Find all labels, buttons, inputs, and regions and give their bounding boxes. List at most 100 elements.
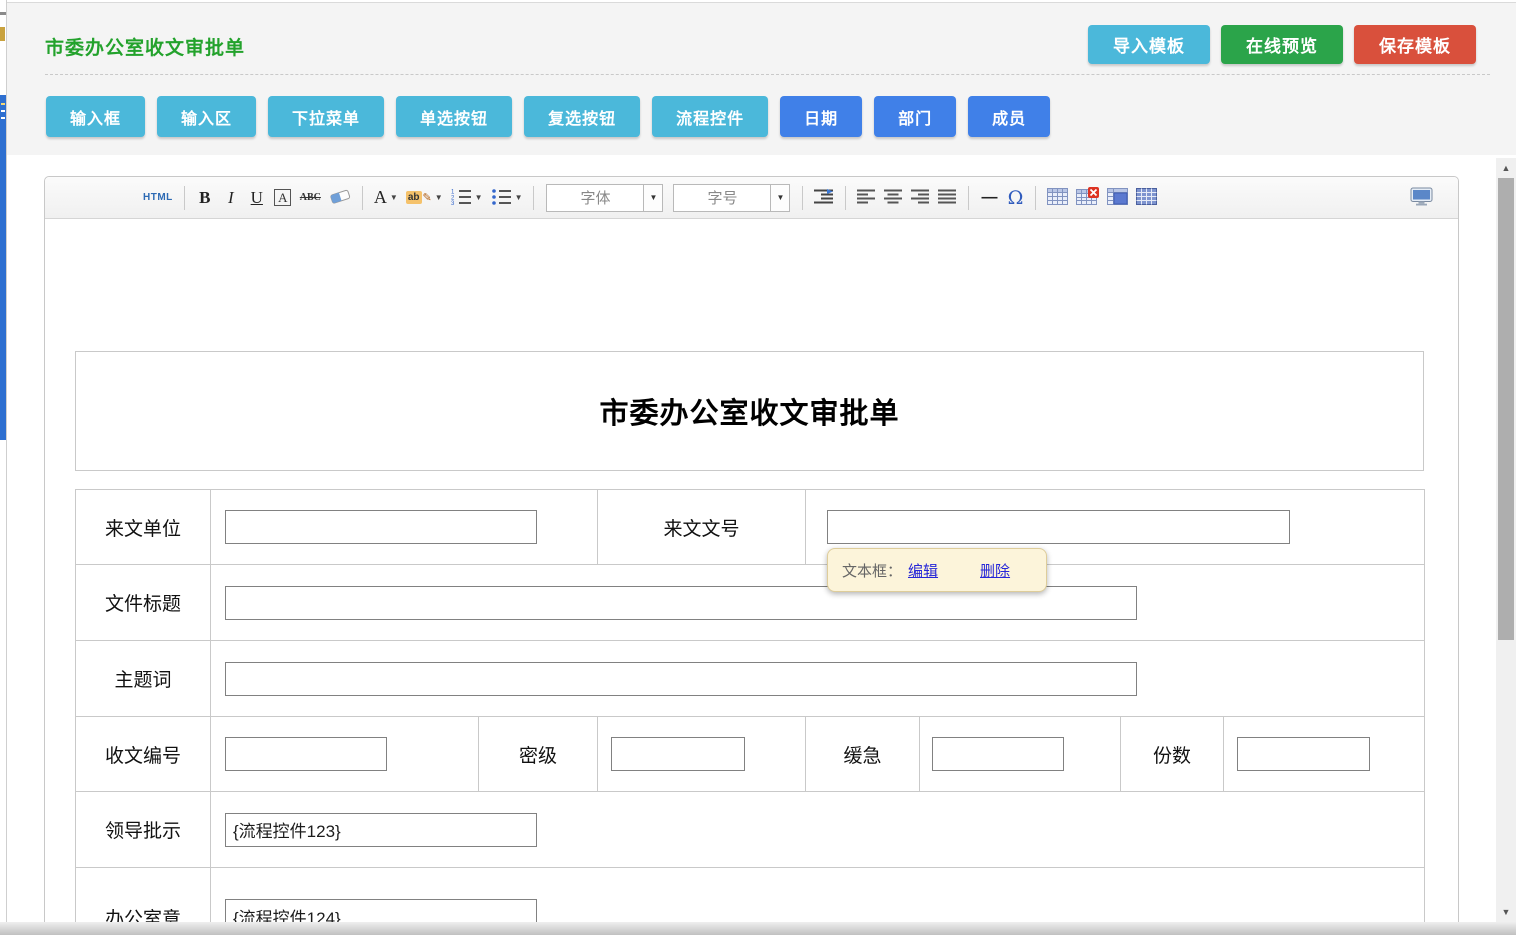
underline-button[interactable]: U xyxy=(245,184,269,212)
align-center-button[interactable] xyxy=(881,184,906,212)
font-size-select[interactable]: 字号 ▼ xyxy=(673,184,790,212)
indent-icon xyxy=(814,189,834,207)
toolbar-separator xyxy=(533,186,534,210)
widget-department-button[interactable]: 部门 xyxy=(874,96,956,137)
chevron-down-icon: ▼ xyxy=(475,193,483,202)
form-fields-table: 来文单位 来文文号 文件标题 主题词 xyxy=(75,489,1425,935)
security-level-input[interactable] xyxy=(611,737,745,771)
chevron-down-icon[interactable]: ▼ xyxy=(643,185,662,211)
toolbar-separator xyxy=(184,186,185,210)
font-family-select[interactable]: 字体 ▼ xyxy=(546,184,663,212)
field-cell xyxy=(211,792,1425,868)
table-row: 领导批示 xyxy=(76,792,1425,868)
bold-button[interactable]: B xyxy=(193,184,217,212)
table-merge-icon xyxy=(1107,188,1128,208)
horizontal-rule-button[interactable]: — xyxy=(977,184,1001,212)
ordered-list-button[interactable]: 123 ▼ xyxy=(448,184,486,212)
widget-button-row: 输入框 输入区 下拉菜单 单选按钮 复选按钮 流程控件 日期 部门 成员 xyxy=(46,96,1050,137)
toolbar-separator xyxy=(845,186,846,210)
table-properties-button[interactable] xyxy=(1133,184,1160,212)
subject-words-input[interactable] xyxy=(225,662,1137,696)
font-color-button[interactable]: A ▼ xyxy=(371,184,401,212)
special-char-button[interactable]: Ω xyxy=(1003,184,1027,212)
table-merge-cell-button[interactable] xyxy=(1104,184,1131,212)
chevron-down-icon: ▼ xyxy=(390,193,398,202)
widget-flow-control-button[interactable]: 流程控件 xyxy=(652,96,768,137)
pencil-icon: ✎ xyxy=(423,191,432,204)
widget-date-button[interactable]: 日期 xyxy=(780,96,862,137)
svg-text:3: 3 xyxy=(451,201,455,205)
widget-member-button[interactable]: 成员 xyxy=(968,96,1050,137)
scrollbar-down-arrow[interactable]: ▼ xyxy=(1496,904,1516,920)
table-row: 来文单位 来文文号 xyxy=(76,490,1425,565)
font-family-value: 字体 xyxy=(547,187,643,208)
table-icon xyxy=(1047,188,1068,208)
widget-input-box-button[interactable]: 输入框 xyxy=(46,96,145,137)
incoming-unit-input[interactable] xyxy=(225,510,537,544)
field-cell xyxy=(1224,717,1425,792)
field-label-security-level: 密级 xyxy=(479,717,598,792)
save-template-button[interactable]: 保存模板 xyxy=(1354,25,1476,64)
field-label-receipt-number: 收文编号 xyxy=(76,717,211,792)
field-label-incoming-doc-number: 来文文号 xyxy=(598,490,806,565)
field-label-copies: 份数 xyxy=(1121,717,1224,792)
highlight-color-button[interactable]: ab ✎ ▼ xyxy=(403,184,446,212)
boxed-a-icon: A xyxy=(274,189,291,206)
edit-control-link[interactable]: 编辑 xyxy=(908,560,938,581)
field-cell xyxy=(211,565,1425,641)
left-strip-tick xyxy=(1,117,5,119)
vertical-scrollbar[interactable]: ▲ ▼ xyxy=(1496,158,1516,922)
align-justify-button[interactable] xyxy=(935,184,960,212)
import-template-button[interactable]: 导入模板 xyxy=(1088,25,1210,64)
italic-button[interactable]: I xyxy=(219,184,243,212)
align-center-icon xyxy=(884,189,903,207)
bottom-scrollbar-strip[interactable] xyxy=(0,922,1516,935)
highlight-ab-icon: ab xyxy=(406,191,422,204)
chevron-down-icon[interactable]: ▼ xyxy=(770,185,789,211)
field-label-document-title: 文件标题 xyxy=(76,565,211,641)
align-right-button[interactable] xyxy=(908,184,933,212)
chevron-down-icon: ▼ xyxy=(515,193,523,202)
font-color-a-icon: A xyxy=(374,187,387,208)
table-grid-icon xyxy=(1136,188,1157,208)
font-size-value: 字号 xyxy=(674,187,770,208)
incoming-doc-number-input[interactable] xyxy=(827,510,1290,544)
align-justify-icon xyxy=(938,189,957,207)
unordered-list-button[interactable]: ▼ xyxy=(488,184,526,212)
copies-input[interactable] xyxy=(1237,737,1370,771)
html-source-button[interactable]: HTML xyxy=(140,184,176,212)
field-cell xyxy=(920,717,1121,792)
leader-instructions-input[interactable] xyxy=(225,813,537,847)
remove-format-button[interactable] xyxy=(326,184,354,212)
field-cell xyxy=(598,717,806,792)
align-left-button[interactable] xyxy=(854,184,879,212)
widget-dropdown-button[interactable]: 下拉菜单 xyxy=(268,96,384,137)
delete-control-link[interactable]: 删除 xyxy=(980,560,1010,581)
table-row: 文件标题 xyxy=(76,565,1425,641)
monitor-icon xyxy=(1410,187,1433,209)
left-strip-tick xyxy=(1,103,5,105)
scrollbar-thumb[interactable] xyxy=(1498,178,1514,640)
toolbar-separator xyxy=(1035,186,1036,210)
strikethrough-button[interactable]: ABC xyxy=(297,184,324,212)
char-border-button[interactable]: A xyxy=(271,184,295,212)
widget-textarea-button[interactable]: 输入区 xyxy=(157,96,256,137)
toolbar-separator xyxy=(362,186,363,210)
document-title-box[interactable]: 市委办公室收文审批单 xyxy=(75,351,1424,471)
field-cell xyxy=(211,490,598,565)
insert-table-button[interactable] xyxy=(1044,184,1071,212)
urgency-input[interactable] xyxy=(932,737,1064,771)
widget-radio-button[interactable]: 单选按钮 xyxy=(396,96,512,137)
toolbar-separator xyxy=(802,186,803,210)
receipt-number-input[interactable] xyxy=(225,737,387,771)
delete-table-button[interactable] xyxy=(1073,184,1102,212)
field-label-urgency: 缓急 xyxy=(806,717,920,792)
online-preview-button[interactable]: 在线预览 xyxy=(1221,25,1343,64)
control-edit-tooltip: 文本框： 编辑 删除 xyxy=(827,548,1047,592)
editor-toolbar: HTML B I U A ABC A ▼ ab ✎ ▼ xyxy=(45,177,1458,219)
scrollbar-up-arrow[interactable]: ▲ xyxy=(1496,160,1516,176)
left-strip-tick xyxy=(1,110,5,112)
indent-button[interactable] xyxy=(811,184,837,212)
fullscreen-button[interactable] xyxy=(1407,184,1436,212)
widget-checkbox-button[interactable]: 复选按钮 xyxy=(524,96,640,137)
